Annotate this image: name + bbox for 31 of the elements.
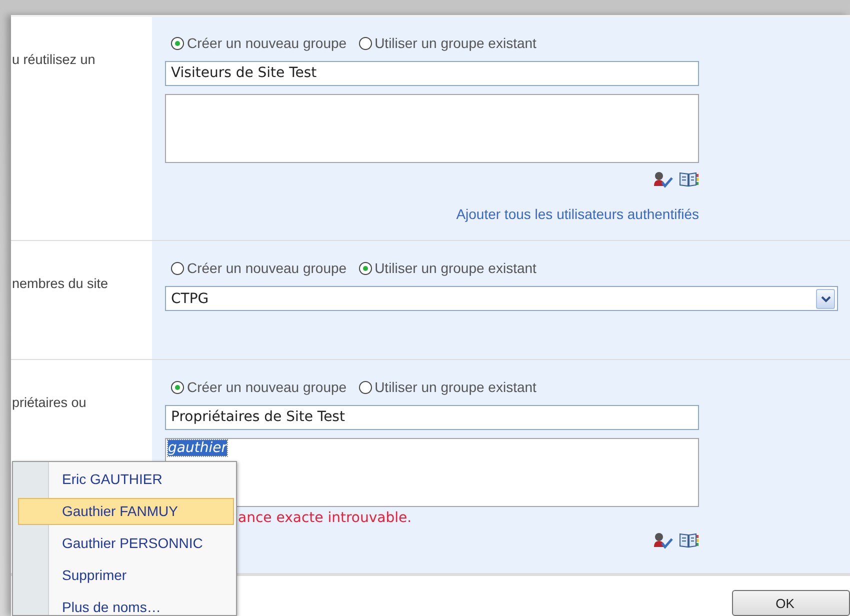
radio-label[interactable]: Créer un nouveau groupe — [187, 379, 347, 395]
members-field[interactable]: gauthier — [165, 438, 699, 507]
radio-button[interactable] — [171, 380, 184, 394]
menu-item[interactable]: Gauthier FANMUY — [18, 498, 234, 525]
radio-label[interactable]: Utiliser un groupe existant — [374, 379, 536, 395]
radio-label[interactable]: Utiliser un groupe existant — [374, 35, 536, 51]
group-name-field[interactable]: Propriétaires de Site Test — [165, 405, 699, 430]
section-description: nembres du site — [12, 276, 108, 291]
section-description: priétaires ou — [12, 395, 86, 410]
check-names-icon[interactable] — [653, 171, 673, 188]
radio-button[interactable] — [171, 262, 184, 274]
radio-button[interactable] — [171, 36, 184, 50]
radio-button[interactable] — [358, 36, 372, 50]
address-book-icon[interactable] — [679, 171, 699, 188]
radio-button[interactable] — [358, 262, 372, 274]
radio-label[interactable]: Utiliser un groupe existant — [374, 260, 536, 276]
members-field[interactable] — [165, 94, 699, 163]
group-name-field[interactable]: Visiteurs de Site Test — [165, 61, 699, 86]
radio-label[interactable]: Créer un nouveau groupe — [187, 35, 347, 51]
menu-item[interactable]: Supprimer — [18, 562, 234, 589]
menu-item[interactable]: Plus de noms… — [18, 594, 234, 615]
menu-item[interactable]: Gauthier PERSONNIC — [18, 530, 234, 557]
add-users-link[interactable]: Ajouter tous les utilisateurs authentifiés — [456, 206, 699, 222]
radio-button[interactable] — [358, 380, 372, 394]
group-dropdown[interactable]: CTPG — [165, 286, 838, 311]
check-names-icon[interactable] — [653, 532, 673, 549]
ok-button[interactable]: OK — [732, 590, 850, 616]
error-message: ance exacte introuvable. — [238, 510, 413, 527]
radio-label[interactable]: Créer un nouveau groupe — [187, 260, 347, 276]
address-book-icon[interactable] — [679, 532, 699, 549]
section-description: u réutilisez un — [12, 52, 96, 67]
